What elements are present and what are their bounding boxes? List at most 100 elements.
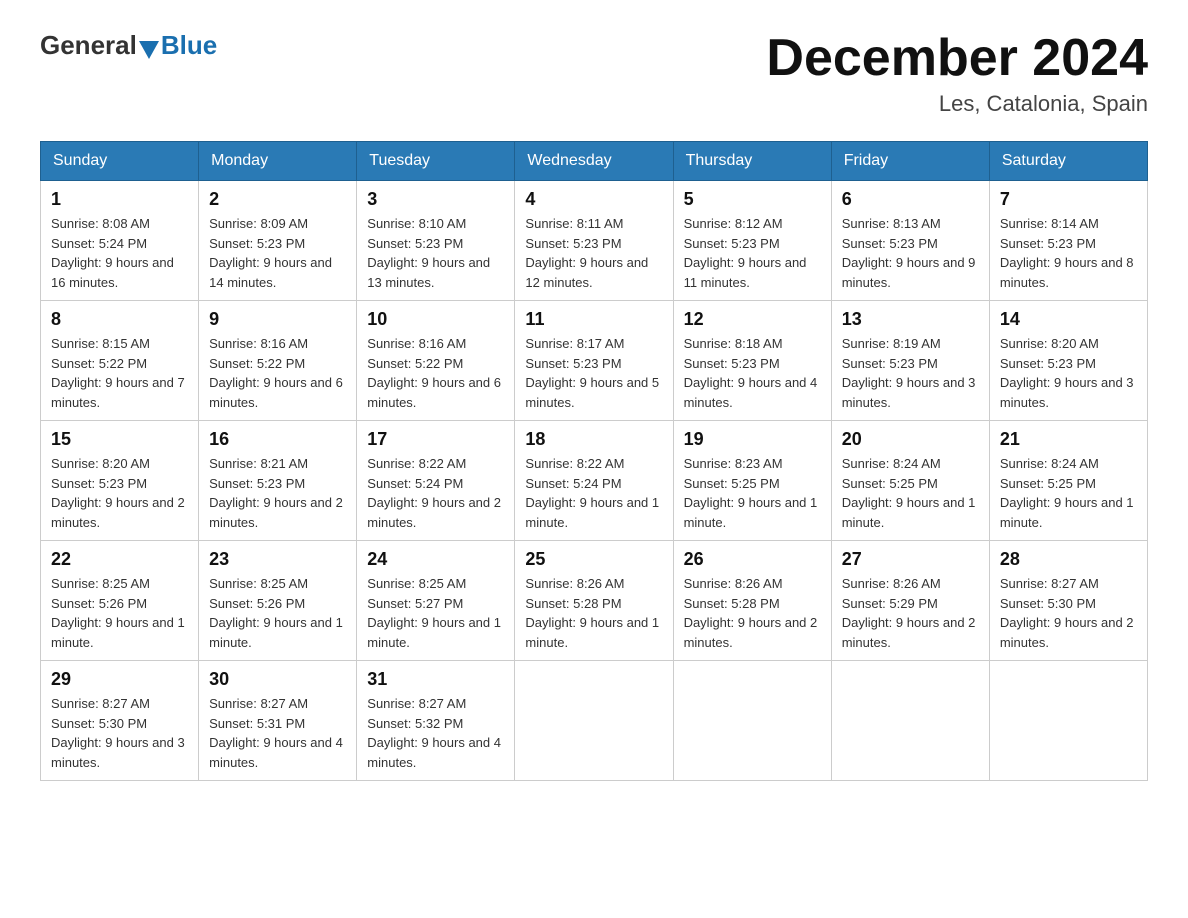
day-info: Sunrise: 8:24 AM Sunset: 5:25 PM Dayligh… xyxy=(842,454,979,532)
calendar-week-row: 15 Sunrise: 8:20 AM Sunset: 5:23 PM Dayl… xyxy=(41,421,1148,541)
calendar-cell: 25 Sunrise: 8:26 AM Sunset: 5:28 PM Dayl… xyxy=(515,541,673,661)
calendar-cell xyxy=(515,661,673,781)
weekday-header-saturday: Saturday xyxy=(989,142,1147,181)
day-info: Sunrise: 8:16 AM Sunset: 5:22 PM Dayligh… xyxy=(367,334,504,412)
calendar-cell: 22 Sunrise: 8:25 AM Sunset: 5:26 PM Dayl… xyxy=(41,541,199,661)
calendar-cell: 10 Sunrise: 8:16 AM Sunset: 5:22 PM Dayl… xyxy=(357,301,515,421)
day-info: Sunrise: 8:15 AM Sunset: 5:22 PM Dayligh… xyxy=(51,334,188,412)
calendar-cell: 14 Sunrise: 8:20 AM Sunset: 5:23 PM Dayl… xyxy=(989,301,1147,421)
weekday-header-tuesday: Tuesday xyxy=(357,142,515,181)
day-number: 29 xyxy=(51,669,188,690)
calendar-cell: 23 Sunrise: 8:25 AM Sunset: 5:26 PM Dayl… xyxy=(199,541,357,661)
day-info: Sunrise: 8:25 AM Sunset: 5:27 PM Dayligh… xyxy=(367,574,504,652)
day-info: Sunrise: 8:14 AM Sunset: 5:23 PM Dayligh… xyxy=(1000,214,1137,292)
day-number: 5 xyxy=(684,189,821,210)
day-number: 25 xyxy=(525,549,662,570)
calendar-cell: 2 Sunrise: 8:09 AM Sunset: 5:23 PM Dayli… xyxy=(199,181,357,301)
calendar-table: SundayMondayTuesdayWednesdayThursdayFrid… xyxy=(40,141,1148,781)
calendar-cell: 18 Sunrise: 8:22 AM Sunset: 5:24 PM Dayl… xyxy=(515,421,673,541)
calendar-cell: 21 Sunrise: 8:24 AM Sunset: 5:25 PM Dayl… xyxy=(989,421,1147,541)
day-number: 20 xyxy=(842,429,979,450)
calendar-cell: 1 Sunrise: 8:08 AM Sunset: 5:24 PM Dayli… xyxy=(41,181,199,301)
calendar-week-row: 29 Sunrise: 8:27 AM Sunset: 5:30 PM Dayl… xyxy=(41,661,1148,781)
calendar-cell: 17 Sunrise: 8:22 AM Sunset: 5:24 PM Dayl… xyxy=(357,421,515,541)
day-info: Sunrise: 8:18 AM Sunset: 5:23 PM Dayligh… xyxy=(684,334,821,412)
day-info: Sunrise: 8:19 AM Sunset: 5:23 PM Dayligh… xyxy=(842,334,979,412)
day-number: 9 xyxy=(209,309,346,330)
day-info: Sunrise: 8:26 AM Sunset: 5:28 PM Dayligh… xyxy=(684,574,821,652)
day-number: 24 xyxy=(367,549,504,570)
day-info: Sunrise: 8:21 AM Sunset: 5:23 PM Dayligh… xyxy=(209,454,346,532)
calendar-cell: 29 Sunrise: 8:27 AM Sunset: 5:30 PM Dayl… xyxy=(41,661,199,781)
day-info: Sunrise: 8:22 AM Sunset: 5:24 PM Dayligh… xyxy=(525,454,662,532)
calendar-cell: 11 Sunrise: 8:17 AM Sunset: 5:23 PM Dayl… xyxy=(515,301,673,421)
day-info: Sunrise: 8:27 AM Sunset: 5:31 PM Dayligh… xyxy=(209,694,346,772)
day-info: Sunrise: 8:09 AM Sunset: 5:23 PM Dayligh… xyxy=(209,214,346,292)
title-area: December 2024 Les, Catalonia, Spain xyxy=(766,30,1148,117)
header: General Blue December 2024 Les, Cataloni… xyxy=(40,30,1148,117)
calendar-cell: 15 Sunrise: 8:20 AM Sunset: 5:23 PM Dayl… xyxy=(41,421,199,541)
day-info: Sunrise: 8:27 AM Sunset: 5:30 PM Dayligh… xyxy=(51,694,188,772)
day-number: 19 xyxy=(684,429,821,450)
weekday-header-friday: Friday xyxy=(831,142,989,181)
day-info: Sunrise: 8:20 AM Sunset: 5:23 PM Dayligh… xyxy=(51,454,188,532)
day-info: Sunrise: 8:25 AM Sunset: 5:26 PM Dayligh… xyxy=(209,574,346,652)
day-number: 28 xyxy=(1000,549,1137,570)
calendar-cell: 3 Sunrise: 8:10 AM Sunset: 5:23 PM Dayli… xyxy=(357,181,515,301)
day-number: 1 xyxy=(51,189,188,210)
calendar-cell: 4 Sunrise: 8:11 AM Sunset: 5:23 PM Dayli… xyxy=(515,181,673,301)
calendar-cell: 27 Sunrise: 8:26 AM Sunset: 5:29 PM Dayl… xyxy=(831,541,989,661)
logo-blue-text: Blue xyxy=(161,30,217,61)
day-number: 22 xyxy=(51,549,188,570)
day-number: 3 xyxy=(367,189,504,210)
calendar-cell: 7 Sunrise: 8:14 AM Sunset: 5:23 PM Dayli… xyxy=(989,181,1147,301)
day-info: Sunrise: 8:17 AM Sunset: 5:23 PM Dayligh… xyxy=(525,334,662,412)
calendar-subtitle: Les, Catalonia, Spain xyxy=(766,91,1148,117)
calendar-cell: 30 Sunrise: 8:27 AM Sunset: 5:31 PM Dayl… xyxy=(199,661,357,781)
calendar-cell: 13 Sunrise: 8:19 AM Sunset: 5:23 PM Dayl… xyxy=(831,301,989,421)
logo: General Blue xyxy=(40,30,217,61)
calendar-cell xyxy=(831,661,989,781)
day-info: Sunrise: 8:22 AM Sunset: 5:24 PM Dayligh… xyxy=(367,454,504,532)
logo-triangle-icon xyxy=(139,41,159,59)
calendar-cell: 12 Sunrise: 8:18 AM Sunset: 5:23 PM Dayl… xyxy=(673,301,831,421)
day-number: 6 xyxy=(842,189,979,210)
day-number: 17 xyxy=(367,429,504,450)
day-info: Sunrise: 8:20 AM Sunset: 5:23 PM Dayligh… xyxy=(1000,334,1137,412)
day-info: Sunrise: 8:25 AM Sunset: 5:26 PM Dayligh… xyxy=(51,574,188,652)
day-info: Sunrise: 8:12 AM Sunset: 5:23 PM Dayligh… xyxy=(684,214,821,292)
day-number: 27 xyxy=(842,549,979,570)
day-info: Sunrise: 8:24 AM Sunset: 5:25 PM Dayligh… xyxy=(1000,454,1137,532)
calendar-cell: 24 Sunrise: 8:25 AM Sunset: 5:27 PM Dayl… xyxy=(357,541,515,661)
day-info: Sunrise: 8:26 AM Sunset: 5:29 PM Dayligh… xyxy=(842,574,979,652)
day-number: 30 xyxy=(209,669,346,690)
calendar-cell: 20 Sunrise: 8:24 AM Sunset: 5:25 PM Dayl… xyxy=(831,421,989,541)
day-number: 10 xyxy=(367,309,504,330)
calendar-cell: 5 Sunrise: 8:12 AM Sunset: 5:23 PM Dayli… xyxy=(673,181,831,301)
day-number: 2 xyxy=(209,189,346,210)
day-number: 23 xyxy=(209,549,346,570)
day-number: 4 xyxy=(525,189,662,210)
day-info: Sunrise: 8:13 AM Sunset: 5:23 PM Dayligh… xyxy=(842,214,979,292)
day-info: Sunrise: 8:23 AM Sunset: 5:25 PM Dayligh… xyxy=(684,454,821,532)
weekday-header-row: SundayMondayTuesdayWednesdayThursdayFrid… xyxy=(41,142,1148,181)
calendar-cell: 6 Sunrise: 8:13 AM Sunset: 5:23 PM Dayli… xyxy=(831,181,989,301)
day-number: 18 xyxy=(525,429,662,450)
day-number: 16 xyxy=(209,429,346,450)
day-info: Sunrise: 8:08 AM Sunset: 5:24 PM Dayligh… xyxy=(51,214,188,292)
day-number: 13 xyxy=(842,309,979,330)
calendar-cell xyxy=(673,661,831,781)
calendar-title: December 2024 xyxy=(766,30,1148,87)
day-info: Sunrise: 8:27 AM Sunset: 5:32 PM Dayligh… xyxy=(367,694,504,772)
calendar-cell xyxy=(989,661,1147,781)
day-number: 21 xyxy=(1000,429,1137,450)
day-number: 7 xyxy=(1000,189,1137,210)
calendar-cell: 16 Sunrise: 8:21 AM Sunset: 5:23 PM Dayl… xyxy=(199,421,357,541)
calendar-cell: 8 Sunrise: 8:15 AM Sunset: 5:22 PM Dayli… xyxy=(41,301,199,421)
day-number: 8 xyxy=(51,309,188,330)
weekday-header-wednesday: Wednesday xyxy=(515,142,673,181)
day-info: Sunrise: 8:10 AM Sunset: 5:23 PM Dayligh… xyxy=(367,214,504,292)
day-number: 11 xyxy=(525,309,662,330)
calendar-cell: 9 Sunrise: 8:16 AM Sunset: 5:22 PM Dayli… xyxy=(199,301,357,421)
day-info: Sunrise: 8:11 AM Sunset: 5:23 PM Dayligh… xyxy=(525,214,662,292)
